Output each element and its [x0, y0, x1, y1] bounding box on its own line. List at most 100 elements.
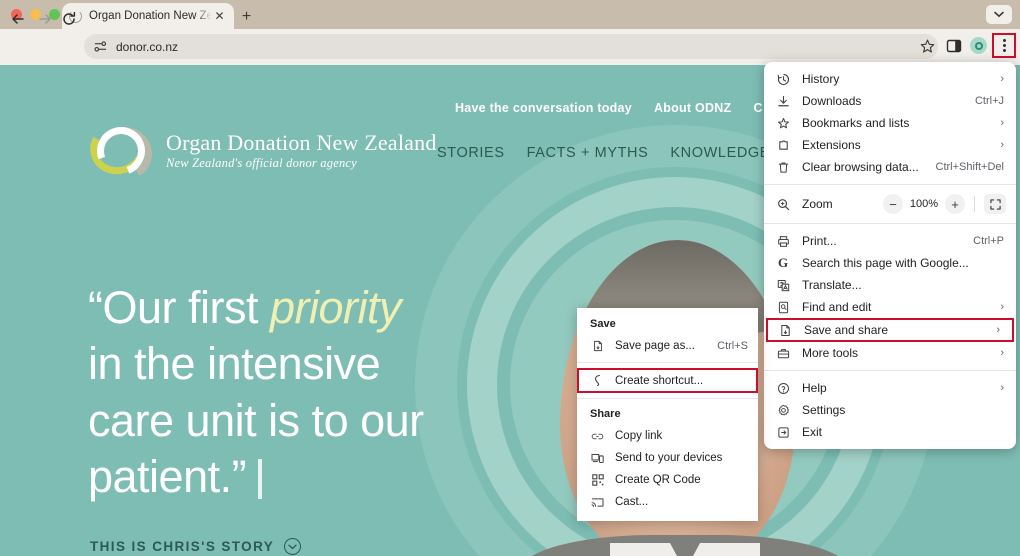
browser-tab[interactable]: Organ Donation New Zealand ✕	[62, 3, 234, 29]
hero-line-1: “Our first priority	[88, 280, 518, 336]
tab-search-button[interactable]	[986, 5, 1012, 24]
hero-quote: “Our first priority in the intensive car…	[88, 280, 518, 505]
submenu-item-copy-link[interactable]: Copy link	[577, 425, 758, 447]
reload-button[interactable]	[59, 9, 78, 28]
menu-accelerator: Ctrl+P	[973, 235, 1004, 247]
zoom-divider	[974, 196, 975, 212]
menu-item-clear-browsing-data[interactable]: Clear browsing data... Ctrl+Shift+Del	[764, 156, 1016, 178]
nav-item-stories[interactable]: STORIES	[437, 145, 505, 161]
save-share-icon	[776, 324, 794, 337]
star-icon	[919, 38, 936, 55]
submenu-label: Send to your devices	[615, 452, 722, 464]
qr-code-icon	[590, 474, 605, 486]
avatar-icon	[975, 42, 983, 50]
menu-item-history[interactable]: History ›	[764, 68, 1016, 90]
chevron-right-icon: ›	[1000, 382, 1004, 394]
menu-label: Downloads	[802, 94, 975, 108]
translate-icon	[774, 279, 792, 292]
site-logo[interactable]: Organ Donation New Zealand New Zealand's…	[90, 120, 437, 182]
back-button[interactable]	[8, 9, 27, 28]
submenu-label: Create shortcut...	[615, 375, 703, 387]
submenu-label: Cast...	[615, 496, 648, 508]
exit-icon	[774, 426, 792, 439]
nav-item-facts-myths[interactable]: FACTS + MYTHS	[527, 145, 649, 161]
chevron-down-icon	[994, 11, 1004, 18]
submenu-item-save-page-as[interactable]: Save page as... Ctrl+S	[577, 335, 758, 357]
site-settings-icon[interactable]	[94, 40, 107, 53]
util-nav-item-about[interactable]: About ODNZ	[654, 101, 731, 115]
submenu-item-create-qr-code[interactable]: Create QR Code	[577, 469, 758, 491]
menu-label: Find and edit	[802, 300, 1000, 314]
submenu-divider	[577, 398, 758, 399]
find-edit-icon	[774, 301, 792, 314]
menu-item-downloads[interactable]: Downloads Ctrl+J	[764, 90, 1016, 112]
menu-item-bookmarks-and-lists[interactable]: Bookmarks and lists ›	[764, 112, 1016, 134]
menu-item-search-with-google[interactable]: G Search this page with Google...	[764, 252, 1016, 274]
close-tab-icon[interactable]: ✕	[212, 9, 227, 24]
menu-item-more-tools[interactable]: More tools ›	[764, 342, 1016, 364]
submenu-item-create-shortcut[interactable]: Create shortcut...	[577, 368, 758, 393]
side-panel-button[interactable]	[946, 38, 962, 54]
util-nav-item-truncated[interactable]: C	[753, 101, 762, 115]
forward-button[interactable]	[35, 9, 54, 28]
menu-divider	[764, 184, 1016, 185]
menu-item-extensions[interactable]: Extensions ›	[764, 134, 1016, 156]
printer-icon	[774, 235, 792, 248]
menu-label: Print...	[802, 234, 973, 248]
help-icon	[774, 382, 792, 395]
submenu-accelerator: Ctrl+S	[717, 340, 748, 352]
arrow-right-icon	[37, 11, 53, 27]
kebab-dot	[1003, 39, 1006, 42]
site-logo-text: Organ Donation New Zealand New Zealand's…	[166, 131, 437, 171]
menu-item-print[interactable]: Print... Ctrl+P	[764, 230, 1016, 252]
bookmark-button[interactable]	[919, 38, 936, 55]
chevron-right-icon: ›	[1000, 73, 1004, 85]
extension-icon	[774, 139, 792, 152]
chevron-right-icon: ›	[1000, 347, 1004, 359]
google-g-icon: G	[774, 255, 792, 271]
menu-item-translate[interactable]: Translate...	[764, 274, 1016, 296]
side-panel-icon	[946, 38, 962, 54]
zoom-level-value: 100%	[907, 198, 941, 210]
menu-item-exit[interactable]: Exit	[764, 421, 1016, 443]
menu-item-find-and-edit[interactable]: Find and edit ›	[764, 296, 1016, 318]
history-icon	[774, 73, 792, 86]
browser-window: Organ Donation New Zealand ✕ +	[0, 0, 1020, 556]
submenu-item-cast[interactable]: Cast...	[577, 491, 758, 513]
fullscreen-button[interactable]	[984, 194, 1006, 214]
toolbox-icon	[774, 347, 792, 360]
kebab-dot	[1003, 44, 1006, 47]
chevron-right-icon: ›	[996, 324, 1000, 336]
menu-label: Clear browsing data...	[802, 160, 936, 174]
link-icon	[590, 432, 605, 441]
menu-label: Save and share	[804, 323, 996, 337]
menu-label: Extensions	[802, 138, 1000, 152]
star-icon	[774, 117, 792, 130]
tab-title: Organ Donation New Zealand	[89, 10, 212, 22]
menu-label: Search this page with Google...	[802, 256, 1004, 270]
zoom-in-button[interactable]: +	[945, 194, 965, 214]
new-tab-button[interactable]: +	[237, 7, 256, 26]
submenu-item-send-to-your-devices[interactable]: Send to your devices	[577, 447, 758, 469]
zoom-out-button[interactable]: −	[883, 194, 903, 214]
submenu-label: Copy link	[615, 430, 662, 442]
chevron-down-circle-icon	[284, 538, 301, 555]
nav-item-knowledge[interactable]: KNOWLEDGE	[670, 145, 770, 161]
text-caret	[258, 459, 262, 499]
chrome-menu-button[interactable]	[992, 33, 1016, 58]
menu-item-save-and-share[interactable]: Save and share ›	[766, 318, 1014, 342]
submenu-label: Create QR Code	[615, 474, 701, 486]
zoom-controls: − 100% +	[883, 194, 1006, 214]
util-nav-item-conversation[interactable]: Have the conversation today	[455, 101, 632, 115]
menu-item-settings[interactable]: Settings	[764, 399, 1016, 421]
profile-avatar[interactable]	[970, 37, 987, 54]
story-link[interactable]: THIS IS CHRIS'S STORY	[90, 538, 301, 555]
main-navigation: STORIES FACTS + MYTHS KNOWLEDGE M	[437, 145, 805, 161]
address-bar[interactable]: donor.co.nz	[84, 34, 938, 59]
menu-item-help[interactable]: Help ›	[764, 377, 1016, 399]
menu-label: Settings	[802, 403, 1004, 417]
menu-accelerator: Ctrl+Shift+Del	[936, 161, 1004, 173]
hero-line-4: patient.”	[88, 449, 518, 505]
gear-icon	[774, 404, 792, 417]
save-page-icon	[590, 340, 605, 352]
